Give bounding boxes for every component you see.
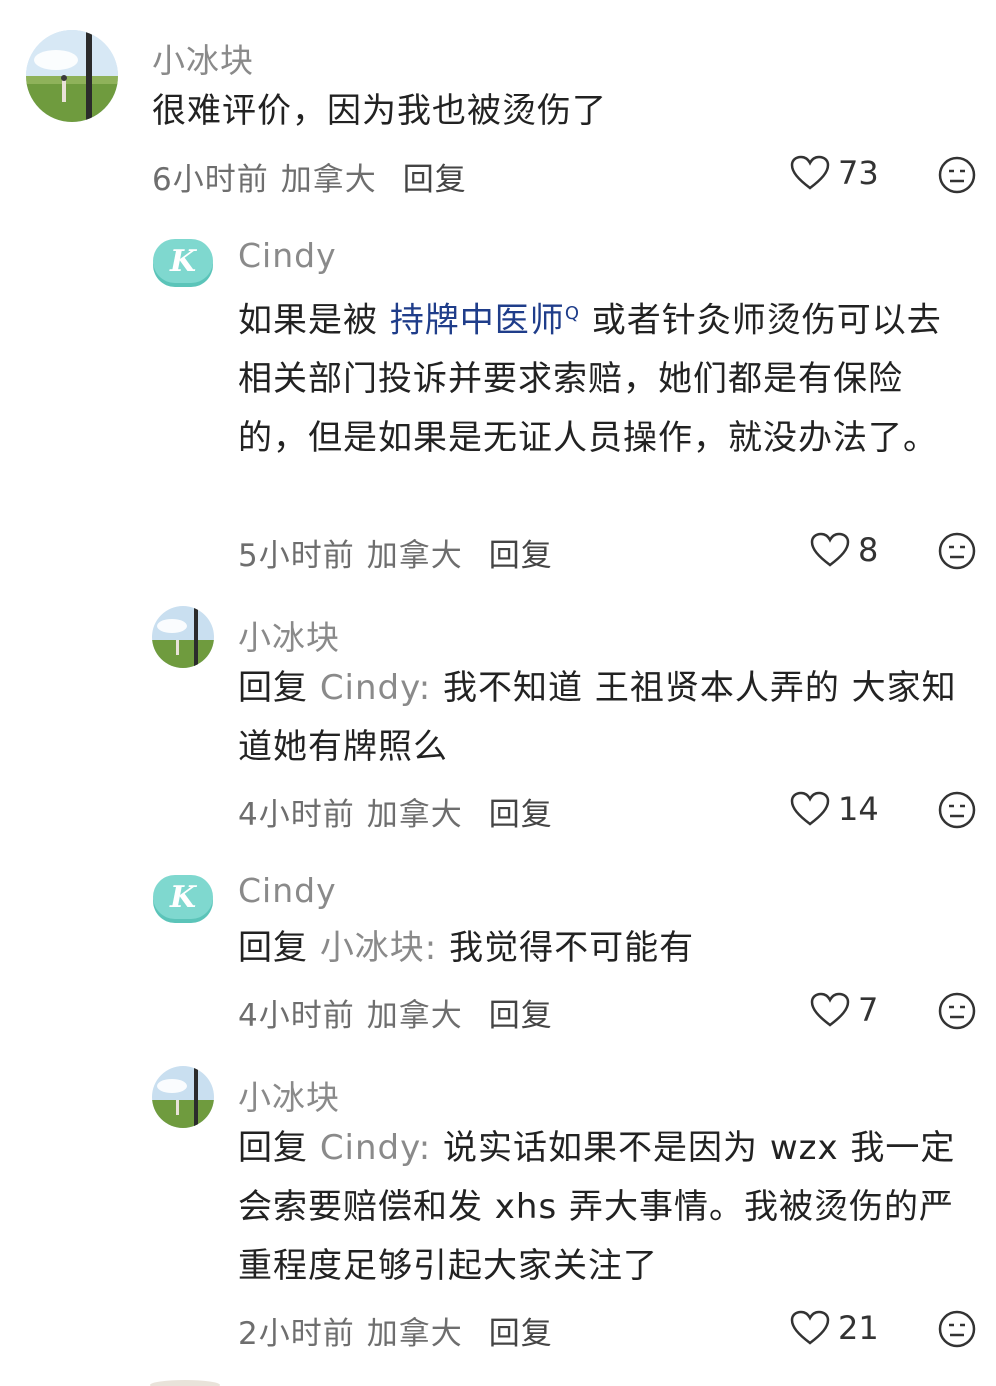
dislike-face-icon[interactable]: [938, 1310, 976, 1348]
heart-icon: [810, 992, 850, 1027]
heart-icon: [810, 532, 850, 567]
like-count: 73: [838, 154, 879, 192]
like-button[interactable]: 7: [810, 991, 878, 1029]
comment-meta: 2小时前 加拿大 回复: [238, 1308, 553, 1353]
like-count: 8: [858, 531, 879, 569]
timestamp: 6小时前: [152, 162, 269, 198]
dislike-face-icon[interactable]: [938, 791, 976, 829]
reply-target[interactable]: 小冰块:: [320, 928, 437, 968]
reply-button[interactable]: 回复: [489, 797, 553, 833]
reply-prefix: 回复: [238, 668, 320, 708]
comment-text: 回复 小冰块: 我觉得不可能有: [238, 919, 963, 978]
comment-body: 很难评价，因为我也被烫伤了: [152, 91, 607, 131]
username[interactable]: Cindy: [238, 236, 337, 275]
location: 加拿大: [366, 1316, 463, 1352]
reply-target[interactable]: Cindy:: [320, 1128, 431, 1168]
username[interactable]: 小冰块: [238, 611, 340, 659]
reply-button[interactable]: 回复: [489, 538, 553, 574]
avatar[interactable]: [26, 30, 118, 122]
search-link-icon[interactable]: Q: [565, 303, 580, 324]
avatar[interactable]: K: [152, 866, 214, 928]
comment-text: 很难评价，因为我也被烫伤了: [152, 82, 952, 141]
keyword-link[interactable]: 持牌中医师: [390, 300, 565, 340]
comment-body: 我觉得不可能有: [437, 928, 695, 968]
avatar-k-badge: K: [153, 875, 213, 919]
timestamp: 4小时前: [238, 797, 355, 833]
reply-prefix: 回复: [238, 1128, 320, 1168]
reply-prefix: 回复: [238, 928, 320, 968]
avatar[interactable]: [152, 1066, 214, 1128]
timestamp: 2小时前: [238, 1316, 355, 1352]
like-count: 14: [838, 790, 879, 828]
avatar[interactable]: [152, 606, 214, 668]
avatar-k-badge: K: [153, 239, 213, 283]
next-comment-avatar-edge: [150, 1380, 220, 1386]
reply-button[interactable]: 回复: [403, 162, 467, 198]
reply-button[interactable]: 回复: [489, 998, 553, 1034]
like-button[interactable]: 8: [810, 531, 878, 569]
comment-text: 回复 Cindy: 说实话如果不是因为 wzx 我一定会索要赔偿和发 xhs 弄…: [238, 1119, 978, 1296]
username[interactable]: Cindy: [238, 871, 337, 910]
like-button[interactable]: 73: [790, 154, 879, 192]
location: 加拿大: [366, 538, 463, 574]
location: 加拿大: [366, 998, 463, 1034]
timestamp: 5小时前: [238, 538, 355, 574]
comment-meta: 4小时前 加拿大 回复: [238, 789, 553, 834]
dislike-face-icon[interactable]: [938, 156, 976, 194]
comment-body-start: 如果是被: [238, 300, 390, 341]
comment-text: 如果是被 持牌中医师Q 或者针灸师烫伤可以去相关部门投诉并要求索赔，她们都是有保…: [238, 284, 963, 468]
heart-icon: [790, 1310, 830, 1345]
dislike-face-icon[interactable]: [938, 992, 976, 1030]
reply-target[interactable]: Cindy:: [320, 668, 431, 708]
like-count: 21: [838, 1309, 879, 1347]
comment-thread: 小冰块 很难评价，因为我也被烫伤了 6小时前 加拿大 回复 73 K Cindy 如…: [0, 0, 996, 1386]
timestamp: 4小时前: [238, 998, 355, 1034]
comment-meta: 6小时前 加拿大 回复: [152, 154, 467, 199]
avatar[interactable]: K: [152, 230, 214, 292]
reply-button[interactable]: 回复: [489, 1316, 553, 1352]
location: 加拿大: [280, 162, 377, 198]
location: 加拿大: [366, 797, 463, 833]
like-count: 7: [858, 991, 879, 1029]
dislike-face-icon[interactable]: [938, 532, 976, 570]
comment-meta: 4小时前 加拿大 回复: [238, 990, 553, 1035]
heart-icon: [790, 155, 830, 190]
like-button[interactable]: 14: [790, 790, 879, 828]
heart-icon: [790, 791, 830, 826]
comment-text: 回复 Cindy: 我不知道 王祖贤本人弄的 大家知道她有牌照么: [238, 659, 963, 777]
username[interactable]: 小冰块: [152, 34, 254, 82]
like-button[interactable]: 21: [790, 1309, 879, 1347]
comment-meta: 5小时前 加拿大 回复: [238, 530, 553, 575]
username[interactable]: 小冰块: [238, 1071, 340, 1119]
